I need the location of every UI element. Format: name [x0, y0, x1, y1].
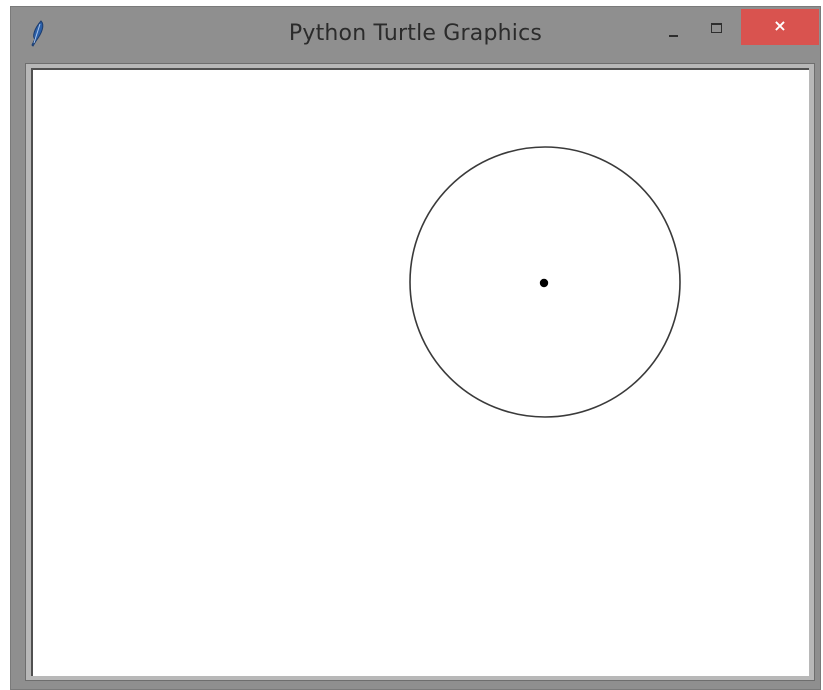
turtle-window: Python Turtle Graphics ×: [10, 6, 821, 690]
close-icon: ×: [773, 16, 787, 35]
maximize-button[interactable]: [697, 17, 737, 47]
drawing-canvas[interactable]: [31, 68, 809, 676]
title-bar[interactable]: Python Turtle Graphics ×: [11, 7, 820, 61]
turtle-position-dot: [539, 278, 549, 288]
close-button[interactable]: ×: [741, 9, 819, 45]
minimize-button[interactable]: [653, 19, 693, 49]
canvas-frame: [25, 63, 815, 681]
turtle-drawing: [409, 146, 681, 418]
screen-edge: [0, 0, 8, 690]
